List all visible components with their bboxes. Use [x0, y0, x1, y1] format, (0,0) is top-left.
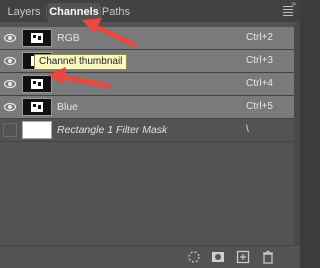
delete-icon[interactable]: [261, 250, 275, 264]
channel-thumbnail[interactable]: [22, 75, 52, 93]
eye-icon[interactable]: [4, 32, 16, 44]
channel-name: RGB: [57, 32, 80, 44]
tab-channels[interactable]: Channels: [48, 3, 100, 22]
scrollbar[interactable]: [294, 22, 300, 248]
channel-shortcut: Ctrl+3: [246, 55, 273, 66]
channel-row-filter-mask[interactable]: Rectangle 1 Filter Mask \: [0, 119, 294, 142]
load-selection-icon[interactable]: [187, 250, 201, 264]
channel-shortcut: \: [246, 124, 249, 135]
channel-name: Rectangle 1 Filter Mask: [57, 124, 168, 136]
tab-layers[interactable]: Layers: [4, 3, 44, 22]
channels-panel: Layers Channels Paths » RGB Ctrl+2 Ctrl+…: [0, 0, 300, 268]
channel-thumbnail[interactable]: [22, 121, 52, 139]
new-channel-icon[interactable]: [236, 250, 250, 264]
eye-icon[interactable]: [4, 78, 16, 90]
eye-icon[interactable]: [4, 55, 16, 67]
channel-thumbnail-tooltip: Channel thumbnail: [34, 54, 128, 70]
channel-row-green[interactable]: Ctrl+4: [0, 73, 294, 96]
eye-icon[interactable]: [4, 101, 16, 113]
channel-name: Blue: [57, 101, 79, 113]
tab-bar: Layers Channels Paths »: [0, 0, 300, 22]
save-selection-icon[interactable]: [211, 250, 225, 264]
channel-shortcut: Ctrl+2: [246, 32, 273, 43]
channel-shortcut: Ctrl+4: [246, 78, 273, 89]
tab-divider: [46, 6, 47, 19]
channel-thumbnail[interactable]: [22, 98, 52, 116]
channel-shortcut: Ctrl+5: [246, 101, 273, 112]
tab-paths[interactable]: Paths: [101, 3, 131, 22]
channel-row-blue[interactable]: Blue Ctrl+5: [0, 96, 294, 119]
visibility-toggle[interactable]: [3, 123, 17, 137]
channel-thumbnail[interactable]: [22, 29, 52, 47]
channel-row-rgb[interactable]: RGB Ctrl+2: [0, 27, 294, 50]
bottom-toolbar: [0, 245, 300, 268]
panel-menu-icon[interactable]: »: [281, 0, 296, 16]
